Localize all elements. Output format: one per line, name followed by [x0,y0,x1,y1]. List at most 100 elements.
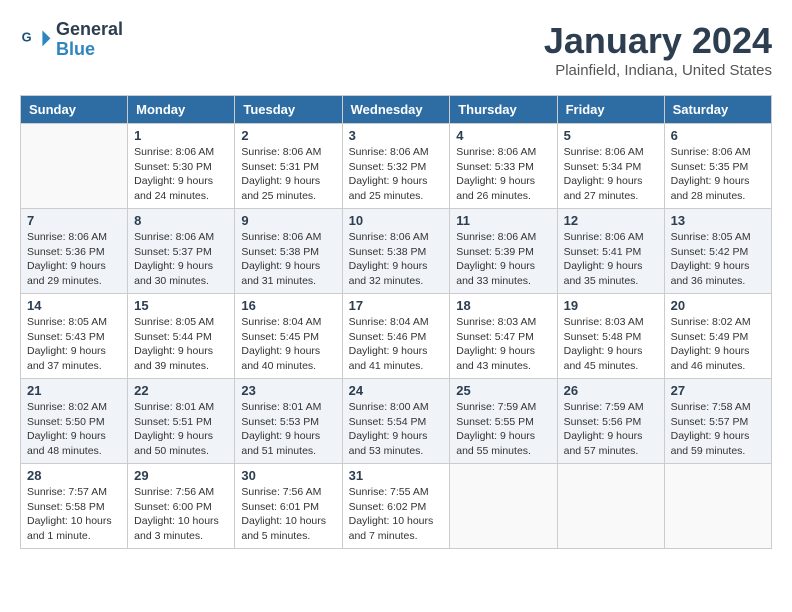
day-number: 26 [564,383,658,398]
day-number: 23 [241,383,335,398]
day-info: Sunrise: 8:03 AM Sunset: 5:48 PM Dayligh… [564,315,658,374]
day-info: Sunrise: 8:06 AM Sunset: 5:34 PM Dayligh… [564,145,658,204]
calendar-week-row: 28 Sunrise: 7:57 AM Sunset: 5:58 PM Dayli… [21,464,772,549]
day-number: 4 [456,128,550,143]
calendar-header-row: SundayMondayTuesdayWednesdayThursdayFrid… [21,96,772,124]
day-info: Sunrise: 8:06 AM Sunset: 5:35 PM Dayligh… [671,145,765,204]
calendar-week-row: 14 Sunrise: 8:05 AM Sunset: 5:43 PM Dayli… [21,294,772,379]
month-title: January 2024 [544,20,772,62]
day-number: 6 [671,128,765,143]
day-info: Sunrise: 8:00 AM Sunset: 5:54 PM Dayligh… [349,400,444,459]
day-number: 5 [564,128,658,143]
calendar-day-cell: 17Sunrise: 8:04 AM Sunset: 5:46 PM Dayli… [342,294,450,379]
day-info: Sunrise: 7:57 AM Sunset: 5:58 PM Dayligh… [27,485,121,544]
calendar-day-cell [664,464,771,549]
calendar-day-cell: 13Sunrise: 8:05 AM Sunset: 5:42 PM Dayli… [664,209,771,294]
day-number: 7 [27,213,121,228]
day-number: 14 [27,298,121,313]
weekday-header: Thursday [450,96,557,124]
day-info: Sunrise: 8:04 AM Sunset: 5:45 PM Dayligh… [241,315,335,374]
calendar-day-cell: 19 Sunrise: 8:03 AM Sunset: 5:48 PM Dayli… [557,294,664,379]
calendar-day-cell: 25 Sunrise: 7:59 AM Sunset: 5:55 PM Dayli… [450,379,557,464]
calendar-day-cell: 30 Sunrise: 7:56 AM Sunset: 6:01 PM Dayli… [235,464,342,549]
day-number: 1 [134,128,228,143]
calendar-day-cell: 28 Sunrise: 7:57 AM Sunset: 5:58 PM Dayli… [21,464,128,549]
day-info: Sunrise: 7:59 AM Sunset: 5:56 PM Dayligh… [564,400,658,459]
calendar-day-cell: 10 Sunrise: 8:06 AM Sunset: 5:38 PM Dayli… [342,209,450,294]
day-info: Sunrise: 8:06 AM Sunset: 5:37 PM Dayligh… [134,230,228,289]
day-number: 21 [27,383,121,398]
day-info: Sunrise: 7:59 AM Sunset: 5:55 PM Dayligh… [456,400,550,459]
weekday-header: Monday [128,96,235,124]
weekday-header: Friday [557,96,664,124]
day-number: 18 [456,298,550,313]
day-number: 3 [349,128,444,143]
calendar-day-cell: 5 Sunrise: 8:06 AM Sunset: 5:34 PM Daylig… [557,124,664,209]
day-info: Sunrise: 8:06 AM Sunset: 5:31 PM Dayligh… [241,145,335,204]
calendar-day-cell: 14 Sunrise: 8:05 AM Sunset: 5:43 PM Dayli… [21,294,128,379]
calendar-day-cell: 6 Sunrise: 8:06 AM Sunset: 5:35 PM Daylig… [664,124,771,209]
calendar-day-cell: 12Sunrise: 8:06 AM Sunset: 5:41 PM Dayli… [557,209,664,294]
calendar-day-cell: 3Sunrise: 8:06 AM Sunset: 5:32 PM Daylig… [342,124,450,209]
calendar-day-cell: 9 Sunrise: 8:06 AM Sunset: 5:38 PM Daylig… [235,209,342,294]
title-block: January 2024 Plainfield, Indiana, United… [544,20,772,79]
day-number: 16 [241,298,335,313]
day-info: Sunrise: 8:02 AM Sunset: 5:49 PM Dayligh… [671,315,765,374]
day-number: 28 [27,468,121,483]
day-number: 20 [671,298,765,313]
weekday-header: Tuesday [235,96,342,124]
calendar-day-cell: 15 Sunrise: 8:05 AM Sunset: 5:44 PM Dayli… [128,294,235,379]
day-number: 10 [349,213,444,228]
day-number: 19 [564,298,658,313]
day-info: Sunrise: 8:05 AM Sunset: 5:44 PM Dayligh… [134,315,228,374]
day-info: Sunrise: 8:06 AM Sunset: 5:41 PM Dayligh… [564,230,658,289]
calendar-day-cell: 22Sunrise: 8:01 AM Sunset: 5:51 PM Dayli… [128,379,235,464]
calendar-day-cell: 24Sunrise: 8:00 AM Sunset: 5:54 PM Dayli… [342,379,450,464]
svg-text:G: G [22,29,32,44]
calendar-day-cell: 2 Sunrise: 8:06 AM Sunset: 5:31 PM Daylig… [235,124,342,209]
day-info: Sunrise: 7:56 AM Sunset: 6:00 PM Dayligh… [134,485,228,544]
logo-text: General Blue [56,20,123,60]
weekday-header: Wednesday [342,96,450,124]
calendar-day-cell [450,464,557,549]
day-info: Sunrise: 8:01 AM Sunset: 5:53 PM Dayligh… [241,400,335,459]
day-info: Sunrise: 8:02 AM Sunset: 5:50 PM Dayligh… [27,400,121,459]
day-number: 17 [349,298,444,313]
calendar-day-cell: 18 Sunrise: 8:03 AM Sunset: 5:47 PM Dayli… [450,294,557,379]
day-number: 15 [134,298,228,313]
day-info: Sunrise: 8:03 AM Sunset: 5:47 PM Dayligh… [456,315,550,374]
calendar-day-cell: 27Sunrise: 7:58 AM Sunset: 5:57 PM Dayli… [664,379,771,464]
day-number: 2 [241,128,335,143]
calendar-week-row: 21 Sunrise: 8:02 AM Sunset: 5:50 PM Dayli… [21,379,772,464]
day-number: 25 [456,383,550,398]
calendar-day-cell [21,124,128,209]
calendar-day-cell: 11 Sunrise: 8:06 AM Sunset: 5:39 PM Dayli… [450,209,557,294]
day-number: 13 [671,213,765,228]
location: Plainfield, Indiana, United States [544,62,772,79]
calendar-day-cell: 16 Sunrise: 8:04 AM Sunset: 5:45 PM Dayli… [235,294,342,379]
weekday-header: Sunday [21,96,128,124]
page-header: G General Blue January 2024 Plainfield, … [20,20,772,79]
day-number: 9 [241,213,335,228]
day-info: Sunrise: 7:55 AM Sunset: 6:02 PM Dayligh… [349,485,444,544]
day-info: Sunrise: 8:06 AM Sunset: 5:33 PM Dayligh… [456,145,550,204]
logo: G General Blue [20,20,123,60]
day-number: 29 [134,468,228,483]
calendar-day-cell: 7Sunrise: 8:06 AM Sunset: 5:36 PM Daylig… [21,209,128,294]
day-number: 31 [349,468,444,483]
day-number: 22 [134,383,228,398]
day-info: Sunrise: 8:06 AM Sunset: 5:39 PM Dayligh… [456,230,550,289]
day-info: Sunrise: 8:06 AM Sunset: 5:38 PM Dayligh… [349,230,444,289]
day-info: Sunrise: 7:58 AM Sunset: 5:57 PM Dayligh… [671,400,765,459]
day-info: Sunrise: 7:56 AM Sunset: 6:01 PM Dayligh… [241,485,335,544]
day-number: 30 [241,468,335,483]
logo-line2: Blue [56,40,123,60]
calendar-day-cell: 8Sunrise: 8:06 AM Sunset: 5:37 PM Daylig… [128,209,235,294]
calendar-week-row: 1Sunrise: 8:06 AM Sunset: 5:30 PM Daylig… [21,124,772,209]
day-info: Sunrise: 8:05 AM Sunset: 5:43 PM Dayligh… [27,315,121,374]
logo-line1: General [56,20,123,40]
logo-icon: G [20,24,52,56]
day-number: 11 [456,213,550,228]
day-info: Sunrise: 8:06 AM Sunset: 5:38 PM Dayligh… [241,230,335,289]
calendar-day-cell: 20 Sunrise: 8:02 AM Sunset: 5:49 PM Dayli… [664,294,771,379]
